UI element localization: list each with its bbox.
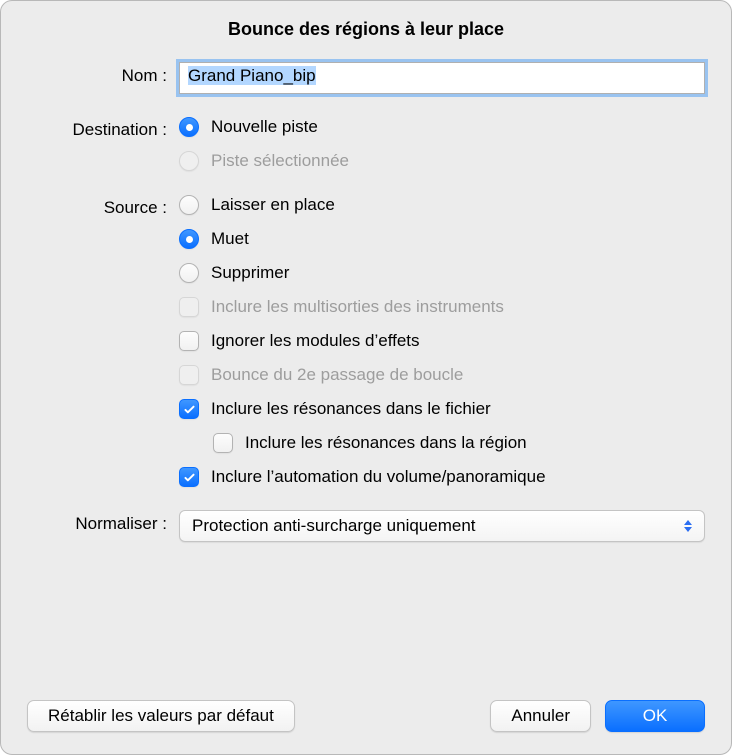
normalize-select[interactable]: Protection anti-surcharge uniquement	[179, 510, 705, 542]
radio-icon	[179, 151, 199, 171]
check-label: Ignorer les modules d’effets	[211, 330, 420, 352]
button-label: Rétablir les valeurs par défaut	[48, 706, 274, 726]
check-tail-in-region[interactable]: Inclure les résonances dans la région	[179, 432, 705, 454]
normalize-value: Protection anti-surcharge uniquement	[192, 516, 476, 536]
name-input-value: Grand Piano_bip	[188, 66, 316, 85]
name-input[interactable]: Grand Piano_bip	[179, 62, 705, 94]
check-label: Inclure les résonances dans la région	[245, 432, 527, 454]
checkbox-icon	[179, 365, 199, 385]
checkbox-icon	[179, 467, 199, 487]
checkbox-icon	[213, 433, 233, 453]
radio-icon	[179, 263, 199, 283]
check-tail-in-file[interactable]: Inclure les résonances dans le fichier	[179, 398, 705, 420]
source-option-mute[interactable]: Muet	[179, 228, 705, 250]
source-option-label: Laisser en place	[211, 194, 335, 216]
check-multisorties: Inclure les multisorties des instruments	[179, 296, 705, 318]
destination-option-label: Piste sélectionnée	[211, 150, 349, 172]
cancel-button[interactable]: Annuler	[490, 700, 591, 732]
checkbox-icon	[179, 297, 199, 317]
radio-icon	[179, 195, 199, 215]
updown-icon	[680, 516, 696, 536]
button-label: Annuler	[511, 706, 570, 726]
destination-option-label: Nouvelle piste	[211, 116, 318, 138]
checkbox-icon	[179, 399, 199, 419]
check-volume-pan-automation[interactable]: Inclure l’automation du volume/panoramiq…	[179, 466, 705, 488]
check-2nd-cycle: Bounce du 2e passage de boucle	[179, 364, 705, 386]
dialog-title: Bounce des régions à leur place	[27, 19, 705, 40]
reset-defaults-button[interactable]: Rétablir les valeurs par défaut	[27, 700, 295, 732]
checkbox-icon	[179, 331, 199, 351]
check-bypass-effects[interactable]: Ignorer les modules d’effets	[179, 330, 705, 352]
check-label: Inclure l’automation du volume/panoramiq…	[211, 466, 546, 488]
source-label: Source :	[27, 194, 167, 488]
radio-icon	[179, 229, 199, 249]
name-label: Nom :	[27, 62, 167, 94]
dialog-form: Nom : Grand Piano_bip Destination : Nouv…	[27, 62, 705, 680]
radio-icon	[179, 117, 199, 137]
ok-button[interactable]: OK	[605, 700, 705, 732]
check-label: Bounce du 2e passage de boucle	[211, 364, 463, 386]
source-options: Laisser en place Muet Supprimer Inclure …	[179, 194, 705, 488]
source-option-label: Muet	[211, 228, 249, 250]
button-label: OK	[643, 706, 668, 726]
source-option-delete[interactable]: Supprimer	[179, 262, 705, 284]
source-option-leave[interactable]: Laisser en place	[179, 194, 705, 216]
destination-option-new-track[interactable]: Nouvelle piste	[179, 116, 705, 138]
destination-options: Nouvelle piste Piste sélectionnée	[179, 116, 705, 172]
check-label: Inclure les multisorties des instruments	[211, 296, 504, 318]
bounce-dialog: Bounce des régions à leur place Nom : Gr…	[0, 0, 732, 755]
destination-option-selected-track: Piste sélectionnée	[179, 150, 705, 172]
check-label: Inclure les résonances dans le fichier	[211, 398, 491, 420]
normalize-label: Normaliser :	[27, 510, 167, 542]
button-bar: Rétablir les valeurs par défaut Annuler …	[27, 700, 705, 732]
destination-label: Destination :	[27, 116, 167, 172]
source-option-label: Supprimer	[211, 262, 289, 284]
